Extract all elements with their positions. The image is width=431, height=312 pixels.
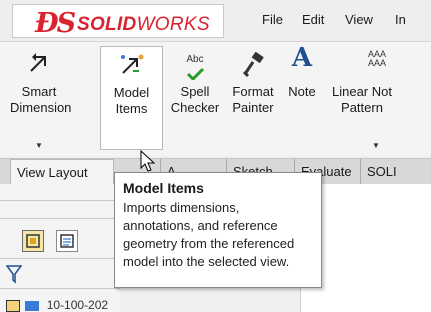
model-items-icon (120, 54, 143, 74)
drawing-icon (6, 299, 20, 312)
menu-insert[interactable]: In (395, 12, 406, 27)
tooltip-title: Model Items (123, 180, 204, 196)
smart-dimension-label: Smart Dimension (10, 84, 72, 115)
spell-checker-icon: Abc (184, 52, 206, 84)
linear-note-pattern-label: Linear Not Pattern (332, 84, 392, 115)
mouse-cursor-icon (140, 150, 156, 172)
model-items-label: Model Items (113, 85, 150, 116)
spell-checker-label: Spell Checker (170, 84, 220, 115)
filter-icon[interactable] (6, 264, 22, 284)
property-manager-tab-icon[interactable] (56, 230, 78, 252)
solidworks-logo[interactable]: ĐS SOLIDWORKS (12, 4, 224, 39)
menu-view[interactable]: View (345, 12, 373, 27)
model-items-tooltip: Model Items Imports dimensions, annotati… (114, 172, 322, 288)
tree-item-label: 10-100-202 (46, 298, 109, 312)
linear-note-pattern-icon: AAA AAA (368, 49, 387, 68)
smart-dimension-button[interactable]: Smart Dimension ▼ (10, 46, 72, 150)
format-painter-button[interactable]: Format Painter (226, 46, 280, 150)
note-button[interactable]: A Note (283, 43, 321, 150)
tree-item-drawing[interactable]: 10-100-202 (6, 298, 108, 312)
title-bar: ĐS SOLIDWORKS File Edit View In (0, 0, 431, 42)
tooltip-body: Imports dimensions, annotations, and ref… (123, 200, 295, 269)
menu-file[interactable]: File (262, 12, 283, 27)
format-painter-icon (242, 52, 264, 78)
format-painter-label: Format Painter (232, 84, 274, 115)
spell-checker-button[interactable]: Abc Spell Checker (170, 46, 220, 150)
linear-note-pattern-button[interactable]: AAA AAA Linear Not Pattern ▼ (326, 46, 431, 151)
command-manager-ribbon: Smart Dimension ▼ Model Items Abc Spell … (0, 42, 431, 156)
tab-solidworks-addins[interactable]: SOLI (360, 159, 431, 185)
logo-wordmark: SOLIDWORKS (77, 14, 210, 35)
smart-dimension-icon (30, 53, 46, 72)
feature-manager-tab-icon[interactable] (22, 230, 44, 252)
chevron-down-icon[interactable]: ▼ (35, 138, 43, 154)
note-label: Note (288, 84, 316, 99)
ds-logo-mark: ĐS (35, 8, 76, 39)
sheet-icon (25, 300, 40, 311)
model-items-button[interactable]: Model Items (100, 46, 163, 150)
tab-view-layout[interactable]: View Layout (10, 159, 114, 185)
menu-edit[interactable]: Edit (302, 12, 324, 27)
note-icon: A (291, 43, 313, 73)
chevron-down-icon[interactable]: ▼ (372, 138, 380, 154)
